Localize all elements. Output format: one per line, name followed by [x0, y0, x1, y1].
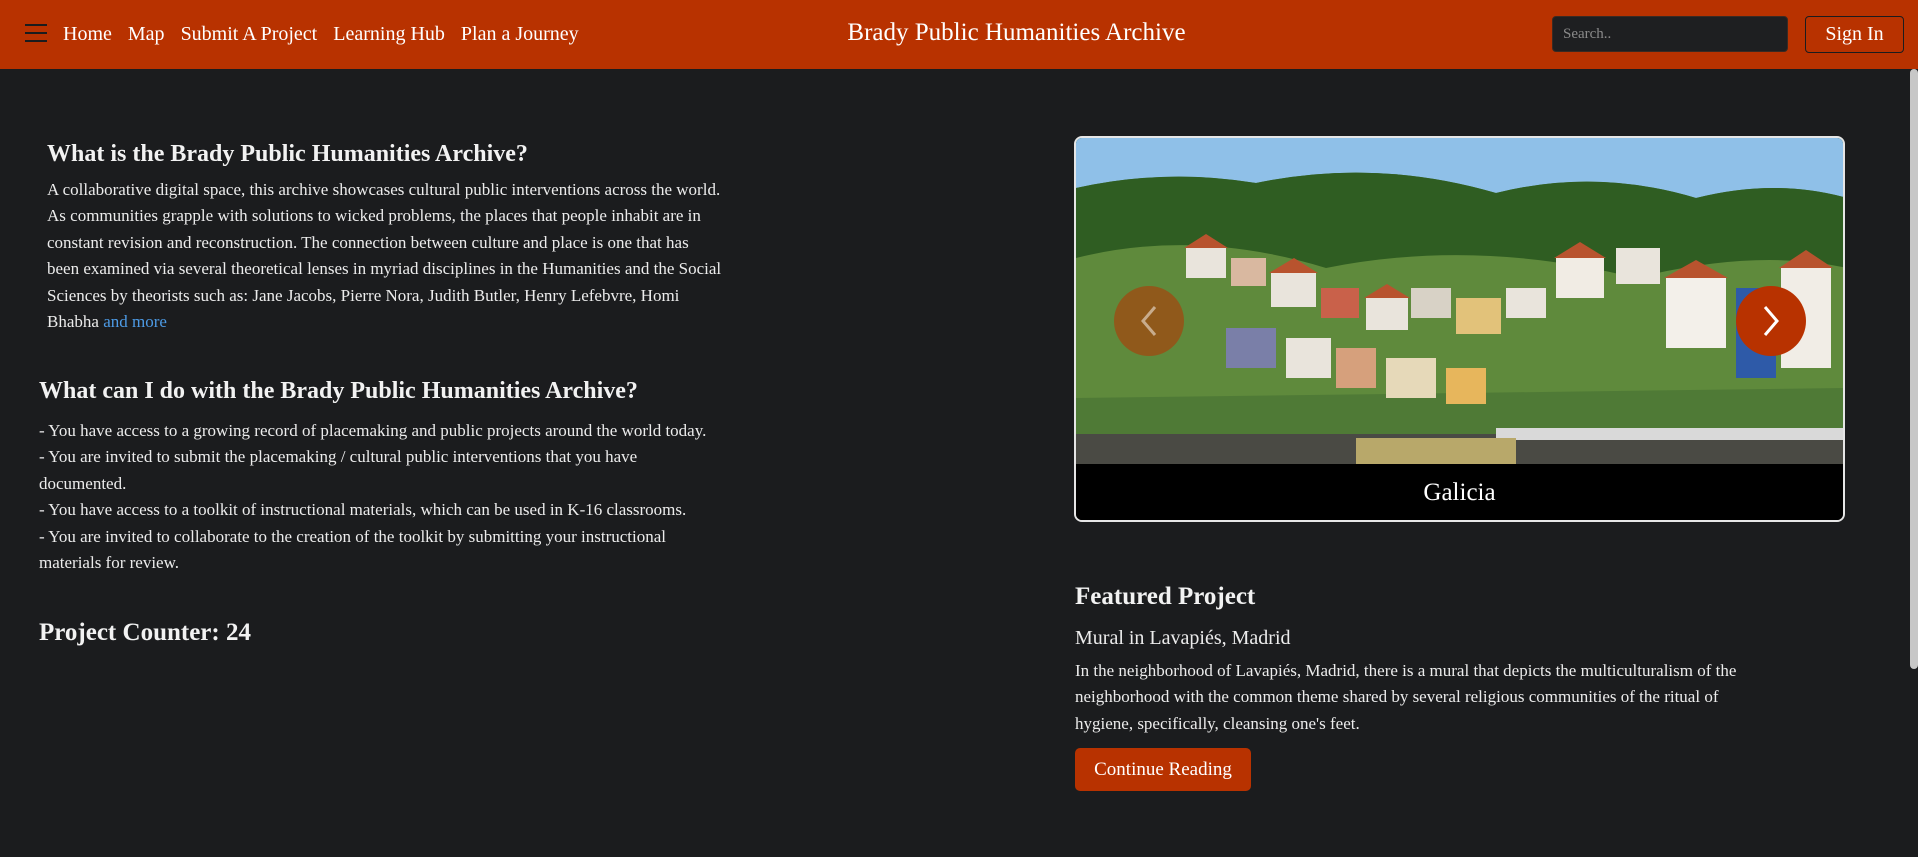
top-navbar: Home Map Submit A Project Learning Hub P…: [0, 0, 1918, 69]
featured-line: hygiene, specifically, cleansing one's f…: [1075, 713, 1360, 733]
about-line: As communities grapple with solutions to…: [47, 206, 701, 226]
usage-line: - You are invited to collaborate to the …: [39, 526, 666, 546]
carousel-caption: Galicia: [1076, 464, 1843, 520]
carousel-prev-button[interactable]: [1114, 286, 1184, 356]
nav-link-home[interactable]: Home: [63, 21, 112, 47]
usage-list: - You have access to a growing record of…: [39, 418, 829, 576]
nav-link-learning-hub[interactable]: Learning Hub: [333, 21, 445, 47]
chevron-right-icon: [1763, 306, 1779, 336]
project-counter: Project Counter: 24: [39, 619, 251, 646]
usage-line: - You have access to a toolkit of instru…: [39, 500, 687, 520]
site-title[interactable]: Brady Public Humanities Archive: [847, 19, 1185, 46]
search-input[interactable]: [1552, 16, 1788, 52]
about-line: Sciences by theorists such as: Jane Jaco…: [47, 285, 680, 305]
sign-in-button[interactable]: Sign In: [1805, 16, 1904, 53]
carousel-next-button[interactable]: [1736, 286, 1806, 356]
about-line: Bhabha: [47, 312, 99, 332]
continue-reading-button[interactable]: Continue Reading: [1075, 748, 1251, 791]
featured-heading: Featured Project: [1075, 583, 1256, 610]
and-more-link[interactable]: and more: [103, 312, 167, 331]
carousel-image-galicia: [1076, 138, 1843, 464]
usage-line: - You are invited to submit the placemak…: [39, 447, 638, 467]
nav-links: Home Map Submit A Project Learning Hub P…: [63, 21, 579, 47]
about-line: constant revision and reconstruction. Th…: [47, 232, 689, 252]
nav-link-submit-project[interactable]: Submit A Project: [181, 21, 318, 47]
featured-line: In the neighborhood of Lavapiés, Madrid,…: [1075, 661, 1737, 680]
about-heading: What is the Brady Public Humanities Arch…: [47, 141, 528, 167]
galicia-village-illustration: [1076, 138, 1843, 464]
chevron-left-icon: [1141, 306, 1157, 336]
usage-line: documented.: [39, 473, 127, 493]
about-line-last: Bhabha and more: [47, 309, 837, 335]
about-line: A collaborative digital space, this arch…: [47, 180, 721, 199]
hamburger-icon[interactable]: [25, 24, 47, 44]
featured-description: In the neighborhood of Lavapiés, Madrid,…: [1075, 658, 1875, 737]
nav-link-plan-journey[interactable]: Plan a Journey: [461, 21, 579, 47]
featured-line: neighborhood with the common theme share…: [1075, 687, 1719, 707]
featured-title: Mural in Lavapiés, Madrid: [1075, 627, 1291, 649]
usage-line: materials for review.: [39, 553, 180, 573]
nav-link-map[interactable]: Map: [128, 21, 165, 47]
about-paragraph: A collaborative digital space, this arch…: [47, 177, 837, 335]
usage-line: - You have access to a growing record of…: [39, 421, 707, 440]
image-carousel[interactable]: Galicia: [1074, 136, 1845, 522]
usage-heading: What can I do with the Brady Public Huma…: [39, 378, 638, 404]
page-scrollbar[interactable]: [1910, 69, 1918, 669]
about-line: been examined via several theoretical le…: [47, 259, 722, 279]
